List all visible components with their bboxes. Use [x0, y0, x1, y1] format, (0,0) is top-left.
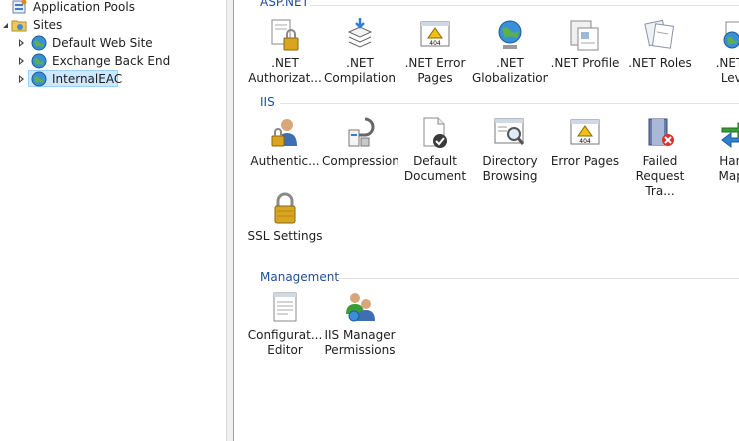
feature-label: Configurat... Editor: [247, 328, 323, 357]
handler-mappings-icon: [721, 121, 739, 149]
group-header-iis[interactable]: IIS: [260, 95, 275, 109]
group-divider: [338, 278, 739, 279]
tree-item-label: InternalEAC: [52, 72, 123, 86]
expand-arrow-icon[interactable]: [19, 75, 24, 83]
feature-label: .NET Error Pages: [404, 56, 466, 85]
tree-item-label: Default Web Site: [52, 36, 153, 50]
feature-label: .NET T Leve: [715, 56, 739, 85]
globe-icon: [31, 71, 47, 87]
feature-net-trust-levels[interactable]: .NET T Leve: [697, 18, 739, 86]
feature-net-roles[interactable]: .NET Roles: [622, 18, 698, 71]
iis-manager-permissions-icon: [346, 293, 375, 322]
feature-authentication[interactable]: Authentic...: [247, 116, 323, 169]
configuration-editor-icon: [273, 292, 297, 322]
feature-label: Authentic...: [250, 154, 320, 168]
feature-default-document[interactable]: Default Document: [397, 116, 473, 184]
default-document-icon: [423, 117, 447, 148]
feature-failed-request-tracing[interactable]: Failed Request Tra...: [622, 116, 698, 199]
authorization-icon: [271, 19, 299, 51]
features-view: ASP.NET .NET Authorizat... .NET Compilat…: [234, 0, 739, 441]
trust-level-icon: [723, 21, 739, 49]
group-header-management[interactable]: Management: [260, 270, 339, 284]
authentication-icon: [271, 119, 297, 147]
feature-directory-browsing[interactable]: Directory Browsing: [472, 116, 548, 184]
expand-arrow-icon[interactable]: [19, 57, 24, 65]
feature-error-pages[interactable]: 404 Error Pages: [547, 116, 623, 169]
feature-label: Hand Mapp: [718, 154, 739, 183]
error-page-404-icon: 404: [570, 119, 600, 145]
feature-net-profile[interactable]: .NET Profile: [547, 18, 623, 71]
profile-icon: [570, 20, 599, 51]
feature-label: Failed Request Tra...: [635, 154, 685, 198]
connections-tree: Application Pools Sites Default Web Site…: [0, 0, 226, 441]
collapse-arrow-icon[interactable]: [3, 23, 8, 28]
globe-icon: [31, 53, 47, 69]
sites-folder-icon: [11, 20, 27, 32]
globe-icon: [498, 20, 522, 49]
failed-request-icon: [648, 118, 674, 146]
feature-label: Default Document: [403, 154, 467, 183]
feature-label: .NET Globalization: [472, 56, 548, 85]
svg-text:404: 404: [429, 40, 441, 47]
feature-net-globalization[interactable]: .NET Globalization: [472, 18, 548, 86]
group-divider: [280, 103, 739, 104]
pane-splitter[interactable]: [226, 0, 234, 441]
group-header-aspnet[interactable]: ASP.NET: [260, 0, 309, 9]
feature-label: Compression: [322, 154, 398, 168]
feature-iis-manager-permissions[interactable]: IIS Manager Permissions: [322, 290, 398, 358]
compilation-icon: [347, 18, 373, 48]
feature-compression[interactable]: Compression: [322, 116, 398, 169]
feature-configuration-editor[interactable]: Configurat... Editor: [247, 290, 323, 358]
feature-label: Directory Browsing: [482, 154, 538, 183]
feature-label: .NET Compilation: [323, 56, 397, 85]
feature-label: .NET Authorizat...: [248, 56, 322, 85]
directory-browsing-icon: [494, 118, 525, 145]
application-pools-icon: [12, 0, 27, 14]
feature-net-compilation[interactable]: .NET Compilation: [322, 18, 398, 86]
feature-label: SSL Settings: [247, 229, 323, 243]
expand-arrow-icon[interactable]: [19, 39, 24, 47]
feature-net-authorization[interactable]: .NET Authorizat...: [247, 18, 323, 86]
feature-label: IIS Manager Permissions: [324, 328, 396, 357]
roles-icon: [644, 19, 675, 49]
tree-item-label: Sites: [33, 18, 63, 32]
error-page-404-icon: 404: [420, 21, 450, 47]
compression-icon: [348, 117, 375, 147]
ssl-lock-icon: [274, 192, 296, 224]
globe-icon: [31, 35, 47, 51]
feature-label: Error Pages: [550, 154, 620, 168]
tree-item-label: Application Pools: [33, 0, 135, 14]
svg-text:404: 404: [579, 138, 591, 145]
group-divider: [310, 5, 739, 6]
feature-handler-mappings[interactable]: Hand Mapp: [697, 116, 739, 184]
feature-label: .NET Profile: [550, 56, 620, 70]
tree-item-label: Exchange Back End: [52, 54, 171, 68]
feature-net-error-pages[interactable]: 404 .NET Error Pages: [397, 18, 473, 86]
feature-ssl-settings[interactable]: SSL Settings: [247, 191, 323, 244]
feature-label: .NET Roles: [628, 56, 692, 70]
